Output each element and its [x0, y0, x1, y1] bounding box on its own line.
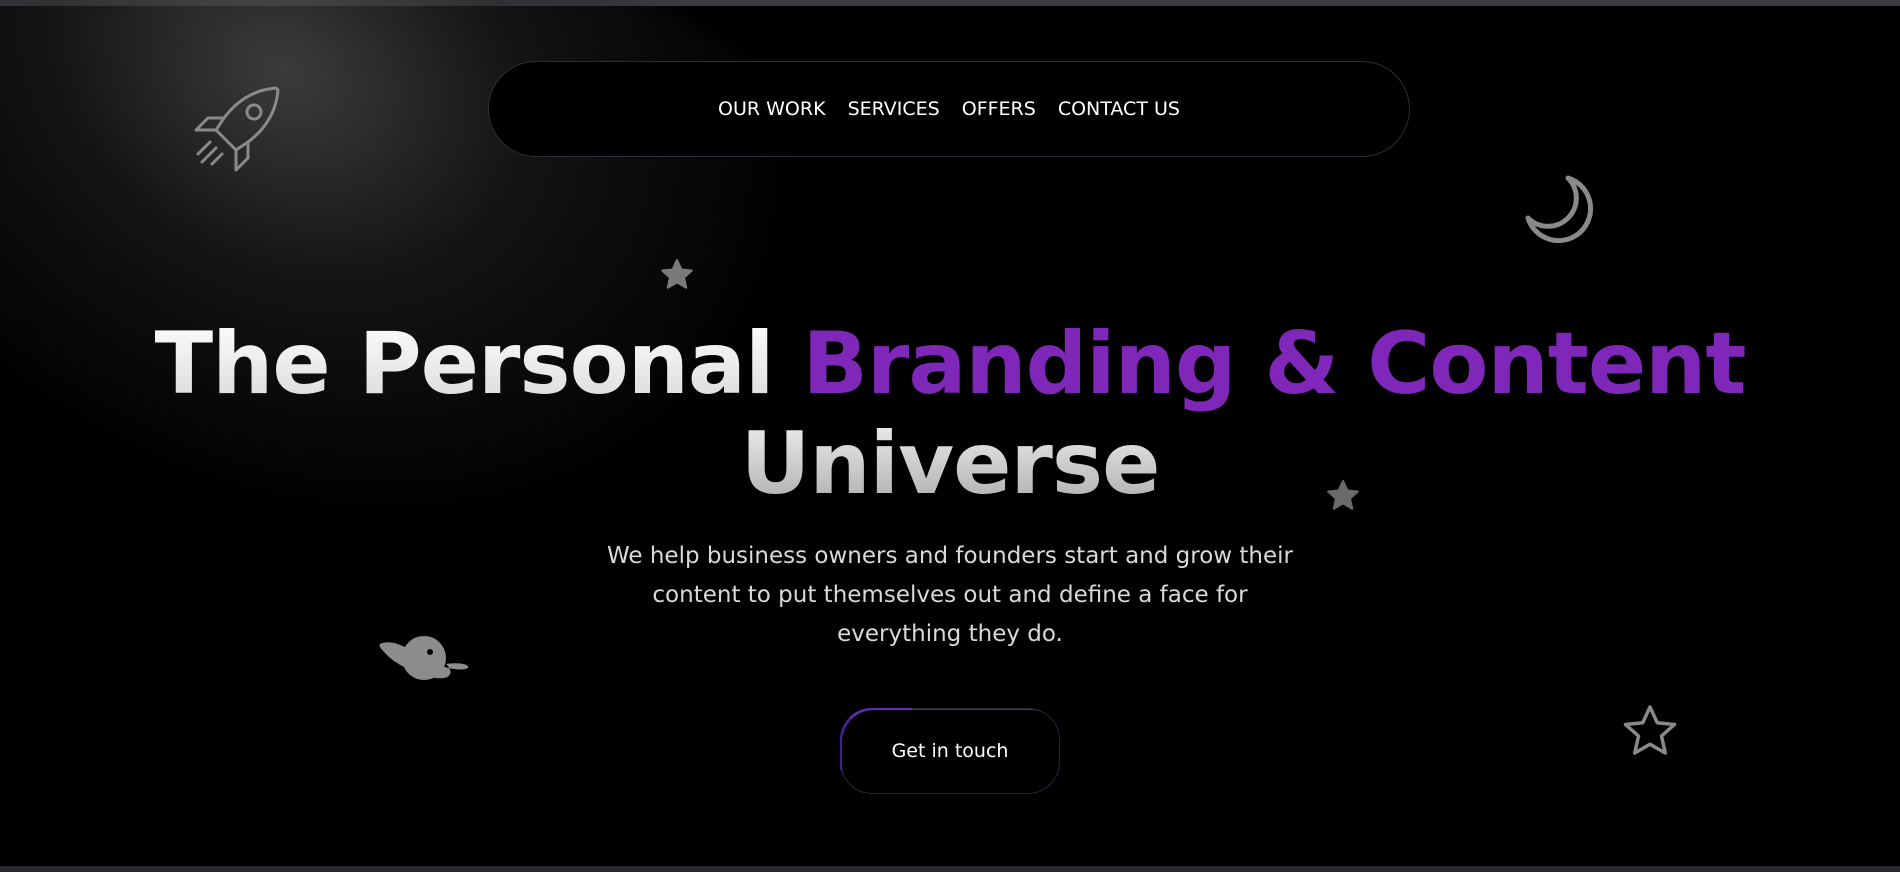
- hero-headline: The Personal Branding & Content Universe: [0, 314, 1900, 514]
- star-icon: [661, 259, 693, 289]
- rocket-icon: [194, 86, 280, 172]
- main-nav: OUR WORK SERVICES OFFERS CONTACT US: [488, 61, 1410, 157]
- nav-item-offers[interactable]: OFFERS: [962, 98, 1036, 120]
- nav-item-contact-us[interactable]: CONTACT US: [1058, 98, 1180, 120]
- moon-icon: [1525, 175, 1594, 244]
- headline-line2: Universe: [740, 414, 1161, 514]
- headline-purple-part: Branding & Content: [802, 314, 1746, 414]
- get-in-touch-button[interactable]: Get in touch: [840, 708, 1060, 794]
- bottom-edge-bar: [0, 866, 1900, 872]
- star-outline-icon: [1623, 705, 1677, 755]
- hero-subtext: We help business owners and founders sta…: [606, 543, 1293, 647]
- nav-item-services[interactable]: SERVICES: [848, 98, 940, 120]
- planet-icon: [379, 636, 469, 680]
- nav-item-our-work[interactable]: OUR WORK: [718, 98, 826, 120]
- headline-white-part: The Personal: [154, 314, 803, 414]
- top-edge-bar: [0, 0, 1900, 6]
